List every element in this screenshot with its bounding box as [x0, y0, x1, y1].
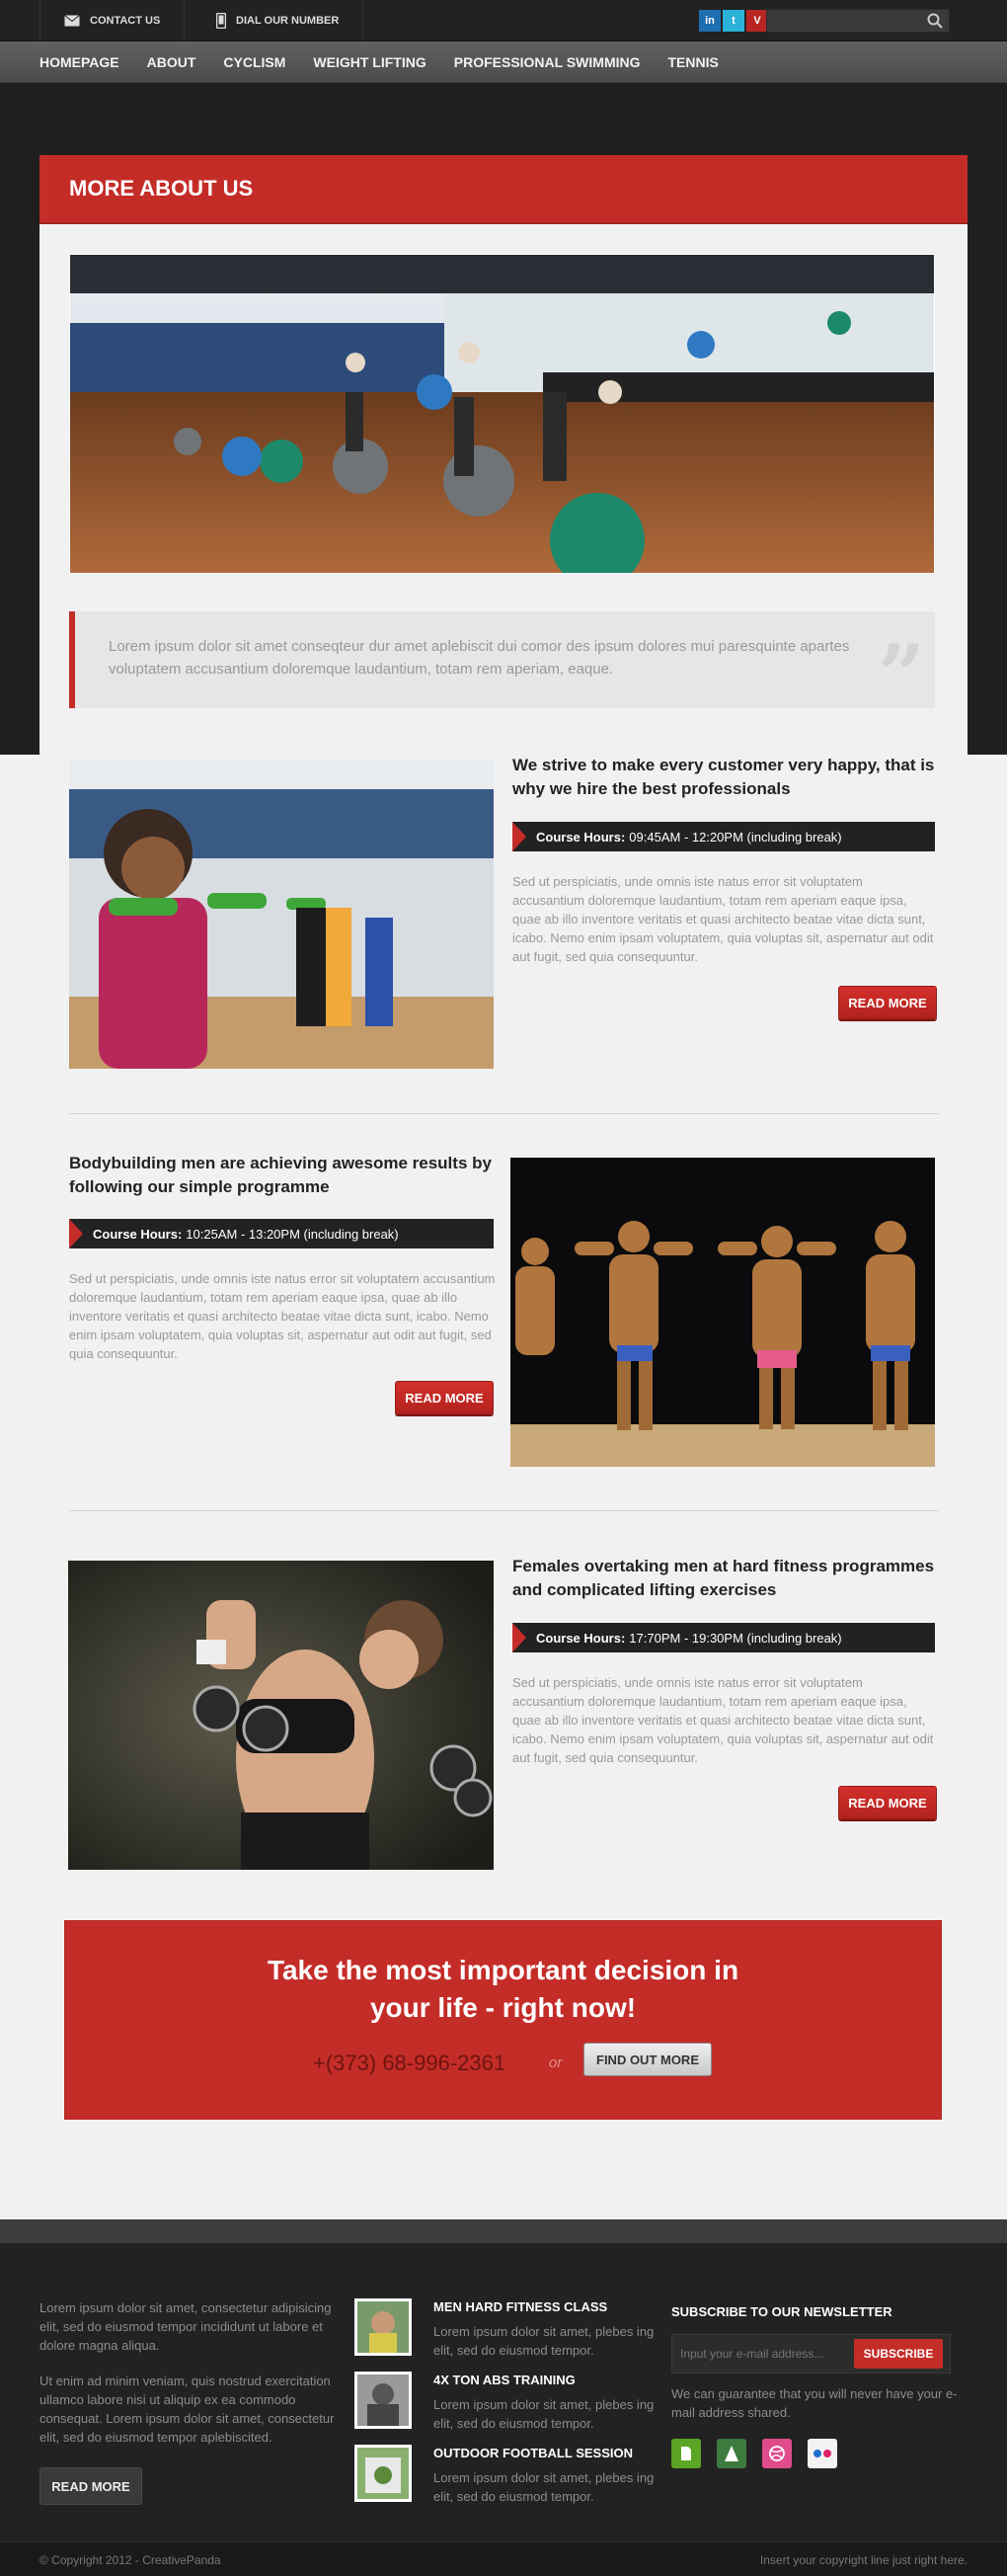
evernote-icon[interactable] — [671, 2439, 701, 2468]
feature-1-hours-label: Course Hours: — [536, 829, 626, 845]
phone-icon — [216, 13, 226, 29]
feature-3-hours-value: 17:70PM - 19:30PM (including break) — [629, 1630, 842, 1646]
footer-item-2-title[interactable]: 4X TON ABS TRAINING — [433, 2373, 576, 2387]
dribbble-icon[interactable] — [762, 2439, 792, 2468]
feature-1-read-more-button[interactable]: READ MORE — [838, 986, 937, 1019]
nav-item-professional-swimming[interactable]: PROFESSIONAL SWIMMING — [454, 54, 641, 70]
footer-social-icons — [671, 2439, 837, 2468]
footer-item-1-text: Lorem ipsum dolor sit amet, plebes ing e… — [433, 2324, 655, 2358]
divider — [69, 1113, 939, 1114]
nav-item-tennis[interactable]: TENNIS — [668, 54, 719, 70]
footer: Lorem ipsum dolor sit amet, consectetur … — [0, 2243, 1007, 2541]
feature-3-hours-label: Course Hours: — [536, 1630, 626, 1646]
footer-item-3-title[interactable]: OUTDOOR FOOTBALL SESSION — [433, 2446, 633, 2460]
copyright-line: Insert your copyright line just right he… — [759, 2553, 968, 2567]
feature-2-photo — [510, 1158, 935, 1467]
top-social-icons: in t V — [699, 10, 768, 32]
quote-text: Lorem ipsum dolor sit amet conseqteur du… — [109, 638, 850, 678]
forrst-icon[interactable] — [717, 2439, 746, 2468]
cta-heading-line-2: your life - right now! — [369, 1992, 637, 2023]
feature-3-desc: Sed ut perspiciatis, unde omnis iste nat… — [512, 1675, 934, 1765]
feature-2-read-more-button[interactable]: READ MORE — [395, 1381, 494, 1414]
contact-us-link[interactable]: CONTACT US — [39, 0, 186, 41]
nav-item-about[interactable]: ABOUT — [147, 54, 196, 70]
footer-item-3-text: Lorem ipsum dolor sit amet, plebes ing e… — [433, 2470, 655, 2504]
nav-item-weight-lifting[interactable]: WEIGHT LIFTING — [313, 54, 426, 70]
feature-2-hours: Course Hours: 10:25AM - 13:20PM (includi… — [69, 1219, 494, 1248]
top-bar: CONTACT US DIAL OUR NUMBER in t V — [0, 0, 1007, 41]
contact-us-label: CONTACT US — [90, 15, 161, 27]
section-header: MORE ABOUT US — [39, 155, 968, 222]
flickr-icon[interactable] — [808, 2439, 837, 2468]
divider — [69, 1510, 939, 1511]
footer-item-3-thumb[interactable] — [354, 2445, 412, 2502]
newsletter-note: We can guarantee that you will never hav… — [671, 2386, 958, 2420]
newsletter-form: SUBSCRIBE — [671, 2334, 951, 2374]
section-title: MORE ABOUT US — [69, 176, 254, 201]
cta-heading-line-1: Take the most important decision in — [267, 1955, 739, 1985]
nav-item-homepage[interactable]: HOMEPAGE — [39, 54, 119, 70]
main-content: MORE ABOUT US Lorem ipsum dolor sit amet… — [39, 155, 968, 2129]
search-box — [766, 9, 950, 33]
feature-2-title: Bodybuilding men are achieving awesome r… — [69, 1154, 492, 1196]
footer-item-2-thumb[interactable] — [354, 2372, 412, 2429]
bottom-bar: © Copyright 2012 - CreativePanda Insert … — [0, 2541, 1007, 2576]
feature-1-title: We strive to make every customer very ha… — [512, 756, 935, 798]
feature-1-hours-value: 09:45AM - 12:20PM (including break) — [629, 829, 842, 845]
cta-or: or — [549, 2054, 563, 2071]
footer-item-2-text: Lorem ipsum dolor sit amet, plebes ing e… — [433, 2397, 655, 2431]
feature-1-desc: Sed ut perspiciatis, unde omnis iste nat… — [512, 874, 934, 964]
linkedin-icon[interactable]: in — [699, 10, 721, 32]
vimeo-icon[interactable]: V — [746, 10, 768, 32]
feature-3-title: Females overtaking men at hard fitness p… — [512, 1557, 935, 1599]
main-nav: HOMEPAGE ABOUT CYCLISM WEIGHT LIFTING PR… — [0, 41, 1007, 83]
search-icon[interactable] — [927, 13, 943, 29]
newsletter-title: SUBSCRIBE TO OUR NEWSLETTER — [671, 2304, 892, 2319]
find-out-more-button[interactable]: FIND OUT MORE — [583, 2043, 712, 2076]
search-input[interactable] — [767, 10, 915, 32]
feature-3-read-more-button[interactable]: READ MORE — [838, 1786, 937, 1819]
quote-mark-icon: ” — [877, 626, 925, 724]
feature-1-hours: Course Hours: 09:45AM - 12:20PM (includi… — [512, 822, 935, 851]
subscribe-button[interactable]: SUBSCRIBE — [854, 2339, 943, 2369]
dial-number-label: DIAL OUR NUMBER — [236, 15, 340, 27]
footer-strip — [0, 2219, 1007, 2243]
feature-2-hours-value: 10:25AM - 13:20PM (including break) — [186, 1226, 399, 1242]
footer-about-p2: Ut enim ad minim veniam, quis nostrud ex… — [39, 2374, 335, 2445]
cta-heading: Take the most important decision in your… — [64, 1952, 942, 2027]
copyright-text: © Copyright 2012 - CreativePanda — [39, 2553, 221, 2567]
quote-block: Lorem ipsum dolor sit amet conseqteur du… — [69, 611, 935, 724]
newsletter-email-input[interactable] — [680, 2343, 848, 2365]
feature-2-desc: Sed ut perspiciatis, unde omnis iste nat… — [69, 1271, 496, 1361]
hero-gym-class-photo — [69, 254, 935, 574]
footer-item-1-title[interactable]: MEN HARD FITNESS CLASS — [433, 2299, 607, 2314]
feature-3-hours: Course Hours: 17:70PM - 19:30PM (includi… — [512, 1623, 935, 1652]
footer-item-1-thumb[interactable] — [354, 2298, 412, 2356]
feature-3-photo — [68, 1561, 494, 1870]
footer-read-more-button[interactable]: READ MORE — [39, 2467, 142, 2505]
feature-1-photo — [69, 760, 494, 1069]
feature-2-hours-label: Course Hours: — [93, 1226, 183, 1242]
envelope-icon — [64, 15, 80, 27]
nav-item-cyclism[interactable]: CYCLISM — [223, 54, 285, 70]
dial-number-link[interactable]: DIAL OUR NUMBER — [193, 0, 364, 41]
footer-about-p1: Lorem ipsum dolor sit amet, consectetur … — [39, 2300, 332, 2353]
cta-banner: Take the most important decision in your… — [64, 1920, 942, 2120]
twitter-icon[interactable]: t — [723, 10, 744, 32]
cta-phone: +(373) 68-996-2361 — [313, 2051, 506, 2075]
